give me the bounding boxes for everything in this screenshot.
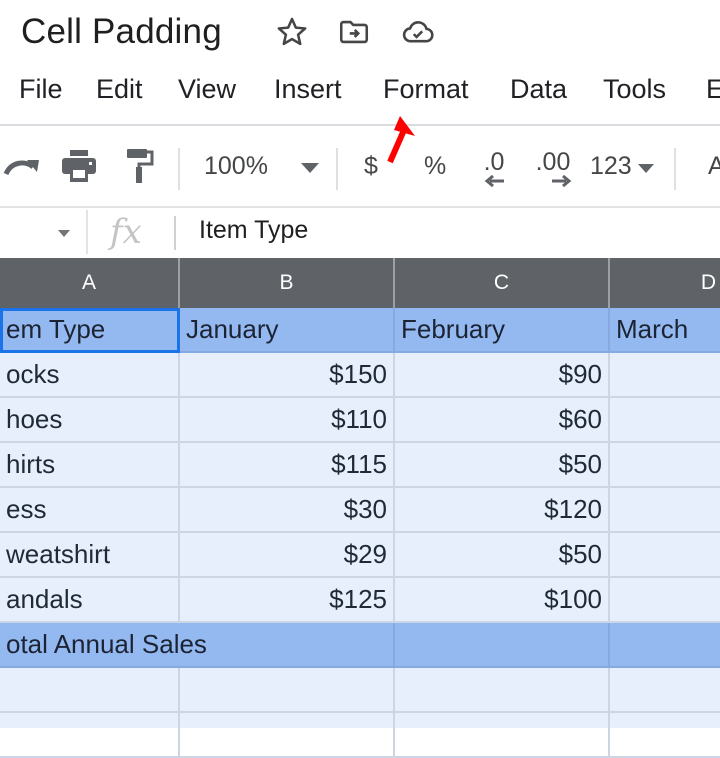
menu-file[interactable]: File [19, 74, 63, 105]
empty-cell[interactable] [0, 668, 180, 713]
formula-divider [86, 210, 88, 254]
empty-cell[interactable] [180, 713, 395, 758]
paint-format-icon[interactable] [120, 144, 160, 188]
percent-format-button[interactable]: % [424, 146, 446, 186]
data-cell[interactable]: $115 [180, 443, 395, 488]
spreadsheet-grid: A B C D em Type January February March ocks $… [0, 258, 720, 758]
data-cell[interactable]: weatshirt [0, 533, 180, 578]
data-cell[interactable]: ocks [0, 353, 180, 398]
data-cell[interactable]: $30 [180, 488, 395, 533]
toolbar-separator [178, 148, 180, 190]
data-cell[interactable] [610, 578, 720, 623]
header-cell[interactable]: March [610, 308, 720, 353]
column-header-a[interactable]: A [0, 258, 180, 308]
decrease-decimal-button[interactable]: .0 [474, 142, 514, 194]
toolbar-separator [336, 148, 338, 190]
data-cell[interactable]: $120 [395, 488, 610, 533]
data-cell[interactable]: $50 [395, 443, 610, 488]
name-box[interactable] [0, 208, 84, 258]
data-cell[interactable]: andals [0, 578, 180, 623]
more-formats-dropdown-icon[interactable] [636, 156, 656, 180]
title-bar: Cell Padding [0, 0, 720, 66]
toolbar: 100% $ % .0 .00 123 A [0, 124, 720, 208]
column-header-d[interactable]: D [610, 258, 720, 308]
menu-insert[interactable]: Insert [274, 74, 342, 105]
data-cell[interactable]: $60 [395, 398, 610, 443]
empty-cell[interactable] [610, 713, 720, 758]
data-cell[interactable]: $29 [180, 533, 395, 578]
empty-cell[interactable] [610, 668, 720, 713]
data-cell[interactable]: hirts [0, 443, 180, 488]
menu-edit[interactable]: Edit [96, 74, 143, 105]
data-cell[interactable]: $50 [395, 533, 610, 578]
empty-cell[interactable] [0, 713, 180, 758]
increase-decimal-label: .00 [535, 148, 571, 176]
data-cell[interactable] [610, 443, 720, 488]
data-cell[interactable] [610, 533, 720, 578]
font-selector[interactable]: A [708, 146, 720, 186]
menu-view[interactable]: View [178, 74, 236, 105]
formula-divider [174, 216, 176, 250]
column-header-c[interactable]: C [395, 258, 610, 308]
total-row-cell[interactable] [395, 623, 610, 668]
formula-bar: fx Item Type [0, 208, 720, 258]
data-cell[interactable] [610, 398, 720, 443]
formula-input[interactable]: Item Type [199, 216, 308, 245]
move-to-folder-icon[interactable] [336, 14, 372, 50]
more-formats-button[interactable]: 123 [590, 146, 632, 186]
header-cell[interactable]: em Type [0, 308, 180, 353]
header-cell[interactable]: February [395, 308, 610, 353]
print-icon[interactable] [58, 144, 100, 188]
increase-decimal-button[interactable]: .00 [530, 142, 576, 194]
total-row-cell[interactable] [610, 623, 720, 668]
menu-format[interactable]: Format [383, 74, 469, 105]
data-cell[interactable]: hoes [0, 398, 180, 443]
currency-format-button[interactable]: $ [364, 146, 378, 186]
data-cell[interactable]: $90 [395, 353, 610, 398]
empty-cell[interactable] [395, 713, 610, 758]
data-cell[interactable]: $125 [180, 578, 395, 623]
zoom-dropdown-icon[interactable] [298, 156, 322, 180]
menu-data[interactable]: Data [510, 74, 567, 105]
data-cell[interactable] [610, 353, 720, 398]
data-cell[interactable]: $100 [395, 578, 610, 623]
arrow-left-icon [484, 175, 504, 187]
arrow-right-icon [552, 175, 572, 187]
data-cell[interactable] [610, 488, 720, 533]
cloud-saved-icon[interactable] [400, 14, 436, 50]
star-icon[interactable] [274, 14, 310, 50]
column-header-b[interactable]: B [180, 258, 395, 308]
data-cell[interactable]: $150 [180, 353, 395, 398]
header-cell[interactable]: January [180, 308, 395, 353]
fx-icon: fx [110, 212, 142, 252]
document-title[interactable]: Cell Padding [21, 12, 222, 52]
zoom-value[interactable]: 100% [204, 146, 268, 186]
menu-tools[interactable]: Tools [603, 74, 666, 105]
empty-cell[interactable] [180, 668, 395, 713]
empty-cell[interactable] [395, 668, 610, 713]
data-cell[interactable]: ess [0, 488, 180, 533]
menu-bar: File Edit View Insert Format Data Tools … [0, 68, 720, 124]
decrease-decimal-label: .0 [483, 148, 505, 176]
name-box-dropdown-icon[interactable] [58, 230, 70, 237]
redo-icon[interactable] [2, 144, 42, 188]
data-cell[interactable]: $110 [180, 398, 395, 443]
toolbar-separator [674, 148, 676, 190]
menu-extensions[interactable]: E [706, 74, 720, 105]
total-row-cell[interactable]: otal Annual Sales [0, 623, 395, 668]
